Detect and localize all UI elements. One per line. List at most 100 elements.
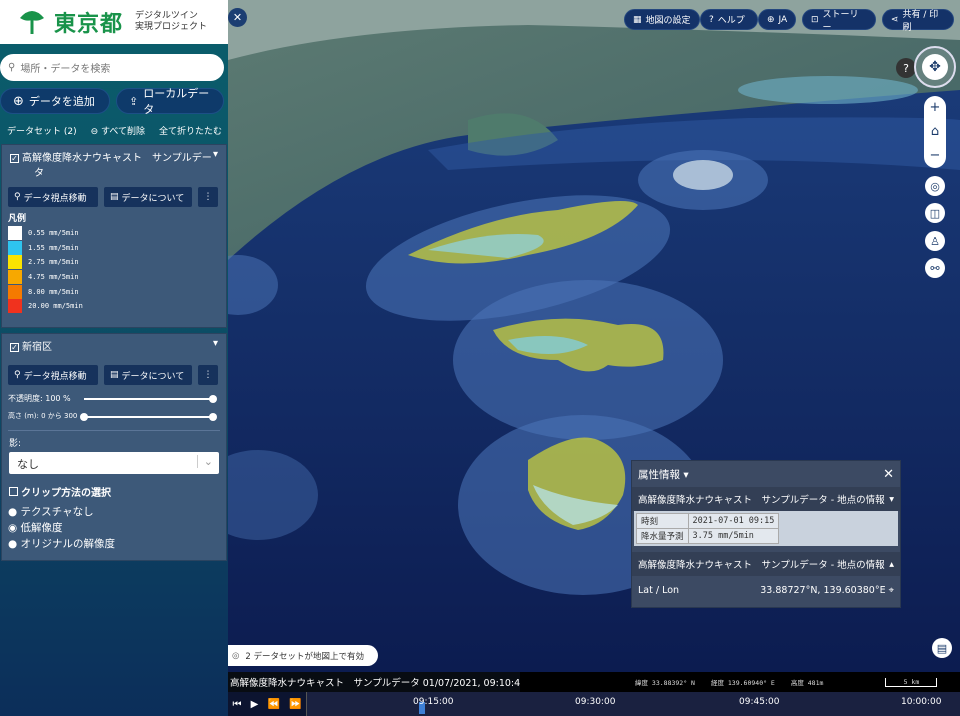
dataset-notice[interactable]: ◎ 2 データセットが地図上で有効 — [228, 645, 378, 666]
close-icon[interactable]: ✕ — [883, 467, 894, 482]
legend-label: 1.55 mm/5min — [28, 243, 79, 252]
move-to-data-button[interactable]: ⚲ データ視点移動 — [8, 365, 98, 385]
chevron-down-icon: ▾ — [683, 468, 689, 481]
collapse-all-button[interactable]: 全て折りたたむ — [159, 124, 222, 137]
dataset-title-row[interactable]: ✓ 新宿区 ▾ — [2, 334, 226, 357]
home-icon[interactable]: ⌂ — [924, 120, 946, 144]
comment-icon: ▤ — [110, 192, 119, 202]
story-label: ストーリー — [822, 9, 859, 33]
feature-info-title-row[interactable]: 属性情報 ▾ — [638, 467, 689, 482]
compass-icon: ✥ — [922, 54, 948, 80]
timeline-tick: 09:15:00 — [413, 697, 454, 707]
cursor-latitude: 緯度 33.88392° N — [635, 679, 695, 687]
legend-item: 20.00 mm/5min — [2, 299, 226, 314]
zoom-control: + ⌂ − — [924, 96, 946, 168]
opacity-slider-handle[interactable] — [209, 395, 217, 403]
map-settings-button[interactable]: ▦ 地図の設定 — [624, 9, 700, 30]
legend: 0.55 mm/5min 1.55 mm/5min 2.75 mm/5min 4.75… — [2, 226, 226, 314]
add-data-label: データを追加 — [28, 95, 95, 108]
about-data-button[interactable]: ▤ データについて — [104, 365, 192, 385]
skip-back-icon[interactable]: ⏮ — [233, 699, 242, 710]
location-pin-icon[interactable]: ⌖ — [889, 585, 894, 596]
feature-section-2[interactable]: 高解像度降水ナウキャスト サンプルデータ - 地点の情報 ▴ — [632, 552, 900, 576]
search-input[interactable]: ⚲ 場所・データを検索 — [0, 54, 224, 81]
move-to-data-button[interactable]: ⚲ データ視点移動 — [8, 187, 98, 207]
legend-label: 2.75 mm/5min — [28, 258, 79, 267]
divider — [8, 430, 220, 431]
compass-control[interactable]: ✥ — [914, 46, 956, 88]
close-panel-button[interactable]: ✕ — [228, 8, 247, 27]
add-data-button[interactable]: ⊕ データを追加 — [0, 88, 110, 114]
height-slider-max-handle[interactable] — [209, 413, 217, 421]
share-print-button[interactable]: ⋖ 共有 / 印刷 — [882, 9, 954, 33]
height-slider[interactable] — [80, 413, 217, 421]
locate-icon[interactable]: ◎ — [925, 176, 945, 196]
globe-icon: ⊕ — [767, 14, 775, 25]
height-label: 高さ (m): 0 から 300 — [8, 412, 78, 420]
local-data-label: ローカルデータ — [143, 87, 210, 116]
feedback-icon[interactable]: ▤ — [932, 638, 952, 658]
dataset-title-cont: タ — [34, 168, 44, 179]
resolution-radio-group: ● テクスチャなし ◉ 低解像度 ● オリジナルの解像度 — [8, 504, 115, 552]
section-title: 高解像度降水ナウキャスト サンプルデータ - 地点の情報 — [638, 560, 885, 571]
play-icon[interactable]: ▶ — [251, 699, 259, 710]
radio-no-texture[interactable]: ● テクスチャなし — [8, 504, 115, 520]
tokyo-logo-icon — [18, 8, 46, 36]
dataset-checkbox[interactable]: ✓ — [10, 343, 19, 352]
story-button[interactable]: ⊡ ストーリー — [802, 9, 876, 33]
sidebar: 東京都 デジタルツイン 実現プロジェクト ⚲ 場所・データを検索 ⊕ データを追加… — [0, 0, 228, 716]
more-menu-button[interactable]: ⋮ — [198, 365, 218, 385]
radio-label: テクスチャなし — [20, 506, 94, 518]
dataset-title-row[interactable]: ✓ 高解像度降水ナウキャスト サンプルデータ ▾ — [2, 145, 226, 183]
remove-all-button[interactable]: ⊖ すべて削除 — [91, 124, 145, 137]
attr-key: 時刻 — [636, 513, 689, 529]
legend-swatch — [8, 284, 22, 299]
dataset-checkbox[interactable]: ✓ — [10, 154, 19, 163]
more-menu-button[interactable]: ⋮ — [198, 187, 218, 207]
radio-label: オリジナルの解像度 — [20, 538, 116, 550]
brand-sub1: デジタルツイン — [135, 11, 198, 21]
playback-controls: ⏮ ▶ ⏪ ⏩ — [228, 692, 306, 716]
zoom-out-button[interactable]: − — [924, 144, 946, 168]
attr-value: 2021-07-01 09:15 — [687, 513, 780, 529]
legend-swatch — [8, 255, 22, 270]
timeline-tick: 09:30:00 — [575, 697, 616, 707]
timeline-tick: 09:45:00 — [739, 697, 780, 707]
search-icon: ⚲ — [8, 62, 16, 73]
help-button[interactable]: ? ヘルプ — [700, 9, 758, 30]
feature-info-panel: 属性情報 ▾ ✕ 高解像度降水ナウキャスト サンプルデータ - 地点の情報 ▾ 時… — [631, 460, 901, 608]
shadow-select[interactable]: なし ⌄ — [9, 452, 219, 474]
layers-icon: ▦ — [633, 14, 642, 25]
shadow-value: なし — [17, 458, 39, 471]
about-label: データについて — [121, 193, 185, 204]
dataset-title: 高解像度降水ナウキャスト サンプルデー — [22, 153, 212, 164]
height-slider-min-handle[interactable] — [80, 413, 88, 421]
chevron-down-icon[interactable]: ▾ — [213, 149, 218, 179]
measure-icon[interactable]: ⚯ — [925, 258, 945, 278]
timeline: ⏮ ▶ ⏪ ⏩ 09:15:00 09:30:00 09:45:00 10:00… — [228, 692, 960, 716]
cursor-longitude: 経度 139.60940° E — [710, 679, 775, 687]
fast-forward-icon[interactable]: ⏩ — [289, 699, 301, 710]
latlon-value: 33.88727°N, 139.60380°E — [760, 584, 886, 596]
datasets-count: データセット (2) — [7, 127, 77, 137]
split-view-icon[interactable]: ◫ — [925, 203, 945, 223]
clip-option-row[interactable]: クリップ方法の選択 — [9, 484, 111, 499]
about-data-button[interactable]: ▤ データについて — [104, 187, 192, 207]
timeline-tick: 10:00:00 — [901, 697, 942, 707]
help-icon[interactable]: ? — [896, 58, 916, 78]
local-data-button[interactable]: ⇪ ローカルデータ — [116, 87, 224, 116]
rewind-icon[interactable]: ⏪ — [267, 699, 279, 710]
brand-header: 東京都 デジタルツイン 実現プロジェクト — [0, 0, 228, 44]
radio-low-res[interactable]: ◉ 低解像度 — [8, 520, 115, 536]
clip-checkbox[interactable] — [9, 487, 18, 496]
feature-section-1[interactable]: 高解像度降水ナウキャスト サンプルデータ - 地点の情報 ▾ — [632, 487, 900, 511]
dataset-panel-nowcast: ✓ 高解像度降水ナウキャスト サンプルデータ ▾ ⚲ データ視点移動 ▤ データについ… — [1, 144, 227, 328]
scale-bar: 5 km — [885, 677, 938, 687]
language-button[interactable]: ⊕ JA — [758, 9, 796, 30]
chevron-down-icon[interactable]: ▾ — [213, 338, 218, 353]
zoom-in-button[interactable]: + — [924, 96, 946, 120]
radio-original-res[interactable]: ● オリジナルの解像度 — [8, 536, 115, 552]
pedestrian-icon[interactable]: ♙ — [925, 231, 945, 251]
opacity-slider[interactable] — [84, 395, 217, 403]
timeline-track[interactable]: 09:15:00 09:30:00 09:45:00 10:00:00 — [306, 692, 960, 716]
